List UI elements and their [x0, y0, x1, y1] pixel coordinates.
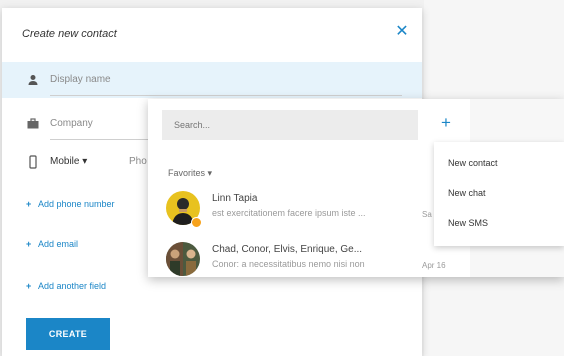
conversation-preview: Conor: a necessitatibus nemo nisi non — [212, 259, 365, 269]
conversation-time: Apr 16 — [422, 261, 446, 270]
chevron-down-icon: ▾ — [207, 168, 213, 178]
group-avatar — [166, 242, 200, 276]
status-indicator — [191, 217, 202, 228]
phone-placeholder: Pho — [129, 156, 147, 167]
briefcase-icon — [26, 117, 40, 131]
create-button[interactable]: CREATE — [26, 318, 110, 350]
plus-icon: + — [26, 281, 32, 291]
phone-type-select[interactable]: Mobile ▾ — [50, 156, 87, 167]
menu-item-new-sms[interactable]: New SMS — [448, 218, 488, 228]
menu-item-new-chat[interactable]: New chat — [448, 188, 486, 198]
new-item-menu: New contact New chat New SMS — [434, 142, 564, 246]
plus-icon: + — [26, 239, 32, 249]
conversation-name: Linn Tapia — [212, 193, 258, 204]
conversation-item[interactable]: Linn Tapia est exercitationem facere ips… — [164, 191, 434, 233]
conversation-item[interactable]: Chad, Conor, Elvis, Enrique, Ge... Conor… — [164, 242, 446, 284]
mobile-phone-icon — [26, 155, 40, 169]
menu-item-new-contact[interactable]: New contact — [448, 158, 498, 168]
conversation-name: Chad, Conor, Elvis, Enrique, Ge... — [212, 244, 363, 255]
chat-window: + Favorites ▾ Linn Tapia est exercitatio… — [148, 99, 564, 277]
chevron-down-icon: ▾ — [82, 156, 88, 167]
search-input[interactable] — [162, 110, 418, 140]
close-icon[interactable]: ✕ — [394, 24, 410, 40]
dialog-title: Create new contact — [22, 28, 117, 40]
display-name-field[interactable]: Display name — [2, 62, 422, 98]
favorites-header[interactable]: Favorites ▾ — [168, 168, 212, 179]
new-plus-button[interactable]: + — [436, 113, 456, 133]
plus-icon: + — [26, 199, 32, 209]
field-underline — [50, 95, 402, 96]
add-field-link[interactable]: + Add another field — [26, 281, 106, 291]
add-phone-link[interactable]: + Add phone number — [26, 199, 115, 209]
conversation-preview: est exercitationem facere ipsum iste ... — [212, 208, 366, 218]
add-email-link[interactable]: + Add email — [26, 239, 78, 249]
person-icon — [26, 73, 40, 87]
conversation-time: Sa — [422, 210, 432, 219]
company-placeholder: Company — [50, 118, 93, 129]
display-name-placeholder: Display name — [50, 74, 111, 85]
